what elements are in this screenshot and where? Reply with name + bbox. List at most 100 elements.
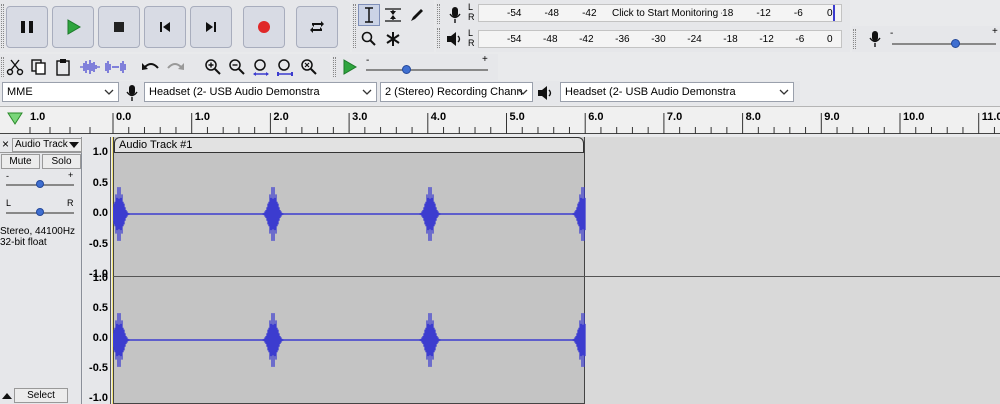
skip-to-start-button[interactable] [144, 6, 186, 48]
record-meter-tick-label: -48 [544, 8, 559, 19]
toolbar-grip[interactable] [353, 4, 356, 48]
solo-button[interactable]: Solo [42, 154, 81, 169]
select-track-button[interactable]: Select [14, 388, 68, 403]
amplitude-label: -0.5 [89, 237, 108, 250]
waveform-burst [262, 313, 284, 367]
amplitude-label: -1.0 [89, 392, 108, 404]
paste-button[interactable] [52, 56, 74, 78]
skip-to-end-button[interactable] [190, 6, 232, 48]
stop-icon [114, 22, 124, 32]
monitor-prompt: Click to Start Monitoring [609, 8, 722, 19]
undo-icon [142, 63, 159, 70]
zoom-toggle-button[interactable] [298, 56, 320, 78]
play-meter-button[interactable] [444, 28, 466, 50]
speaker-icon [538, 86, 552, 100]
play-at-speed-button[interactable] [338, 56, 360, 78]
play-speed-slider[interactable] [366, 65, 488, 74]
ruler-ticks [29, 113, 995, 134]
record-meter[interactable]: -54 -48 -42 -18 -12 -6 0 Click to Start Monito… [478, 4, 842, 22]
play-speed-plus: + [482, 54, 488, 65]
ruler-label: 9.0 [824, 111, 840, 123]
toolbar-grip[interactable] [437, 28, 440, 48]
record-button[interactable] [243, 6, 285, 48]
envelope-tool-button[interactable] [382, 4, 404, 26]
draw-tool-button[interactable] [406, 4, 428, 26]
stop-button[interactable] [98, 6, 140, 48]
zoom-tool-button[interactable] [358, 28, 380, 50]
asterisk-icon [386, 32, 400, 46]
pause-icon [21, 21, 33, 33]
recording-device-select[interactable]: Headset (2- USB Audio Demonstra [144, 82, 377, 102]
skip-to-end-icon [206, 22, 216, 32]
copy-button[interactable] [28, 56, 50, 78]
record-meter-button[interactable] [444, 4, 466, 26]
fit-selection-icon [253, 59, 269, 76]
recording-device-value: Headset (2- USB Audio Demonstra [149, 86, 320, 98]
pan-slider[interactable] [6, 208, 74, 216]
chevron-down-icon [362, 89, 372, 95]
i-beam-icon [365, 7, 373, 23]
trim-icon [80, 60, 100, 74]
toolbar-grip[interactable] [853, 29, 856, 49]
redo-button[interactable] [164, 56, 186, 78]
undo-button[interactable] [140, 56, 162, 78]
loop-button[interactable] [296, 6, 338, 48]
track-format-depth: 32-bit float [0, 237, 47, 248]
toolbar-grip[interactable] [437, 4, 440, 24]
toolbar-grip[interactable] [333, 57, 336, 77]
fit-selection-button[interactable] [250, 56, 272, 78]
trim-audio-button[interactable] [78, 56, 102, 78]
fit-project-icon [277, 59, 293, 76]
amplitude-label: 0.0 [92, 332, 108, 344]
play-speed-thumb[interactable] [402, 65, 411, 74]
selection-tool-button[interactable] [358, 4, 380, 26]
zoom-out-button[interactable] [226, 56, 248, 78]
multi-tool-button[interactable] [382, 28, 404, 50]
waveform-burst [112, 187, 130, 241]
track-name-label: Audio Track [15, 139, 68, 150]
record-meter-tick-label: -42 [582, 8, 597, 19]
audio-host-select[interactable]: MME [2, 82, 119, 102]
play-button[interactable] [52, 6, 94, 48]
chevron-down-icon [518, 89, 528, 95]
recording-channels-select[interactable]: 2 (Stereo) Recording Chann [380, 82, 533, 102]
track-menu-button[interactable]: Audio Track [12, 138, 82, 152]
play-meter-tick-label: -18 [723, 34, 738, 45]
fit-project-button[interactable] [274, 56, 296, 78]
pan-left-label: L [6, 198, 12, 208]
pencil-icon [411, 9, 423, 21]
track-header: × Audio Track [0, 137, 82, 153]
timeline-ruler[interactable] [0, 106, 1000, 134]
recording-volume-thumb[interactable] [951, 39, 960, 48]
toolbar-grip[interactable] [1, 4, 4, 48]
caret-down-icon [69, 142, 79, 148]
waveform-burst [572, 313, 586, 367]
amplitude-label: 0.5 [92, 176, 108, 189]
playback-device-value: Headset (2- USB Audio Demonstra [565, 86, 736, 98]
play-at-speed-toolbar: - + [332, 54, 498, 80]
play-meter[interactable]: -54 -48 -42 -36 -30 -24 -18 -12 -6 0 [478, 30, 842, 48]
collapse-track-icon[interactable] [2, 392, 12, 400]
recording-volume-slider[interactable] [892, 39, 996, 48]
ruler-label: 2.0 [273, 111, 289, 123]
track-format-rate: Stereo, 44100Hz [0, 226, 76, 237]
clipboard-icon [56, 59, 70, 76]
record-icon [258, 21, 270, 33]
magnifier-icon [361, 31, 376, 46]
meter-toolbar: L R -54 -48 -42 -18 -12 -6 0 Click to Start Mo… [436, 0, 850, 52]
pause-button[interactable] [6, 6, 48, 48]
play-meter-tick-label: -30 [651, 34, 666, 45]
mute-button[interactable]: Mute [1, 154, 40, 169]
pan-thumb[interactable] [36, 208, 44, 216]
playback-device-select[interactable]: Headset (2- USB Audio Demonstra [560, 82, 794, 102]
gain-thumb[interactable] [36, 180, 44, 188]
track-wave-area[interactable]: Audio Track #1 [112, 137, 1000, 404]
zoom-in-button[interactable] [202, 56, 224, 78]
speaker-icon [447, 32, 461, 46]
chevron-down-icon [104, 89, 114, 95]
gain-slider[interactable] [6, 180, 74, 188]
cut-button[interactable] [4, 56, 26, 78]
silence-audio-button[interactable] [104, 56, 128, 78]
track-close-button[interactable]: × [2, 137, 9, 151]
ruler-label: 7.0 [666, 111, 683, 123]
